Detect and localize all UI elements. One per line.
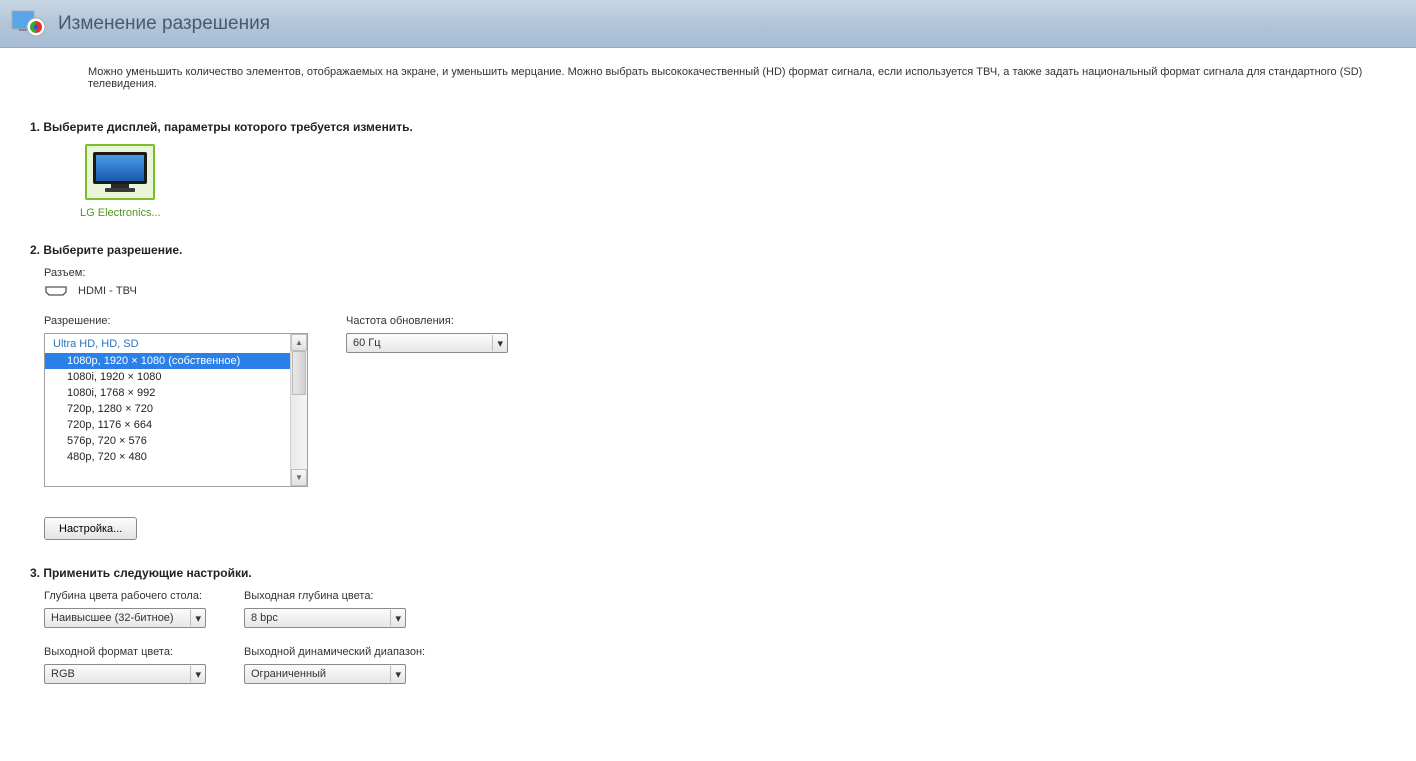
section1-title: 1. Выберите дисплей, параметры которого … bbox=[30, 120, 1386, 134]
output-depth-combo[interactable]: 8 bpc ▾ bbox=[244, 608, 406, 628]
nvidia-icon bbox=[10, 9, 46, 39]
connector-value: HDMI - ТВЧ bbox=[78, 285, 137, 297]
color-depth-value: Наивысшее (32-битное) bbox=[51, 612, 174, 624]
color-format-label: Выходной формат цвета: bbox=[44, 646, 206, 658]
display-label: LG Electronics... bbox=[80, 207, 161, 219]
chevron-down-icon: ▾ bbox=[390, 666, 401, 682]
section3-title: 3. Применить следующие настройки. bbox=[30, 566, 1386, 580]
page-title: Изменение разрешения bbox=[58, 13, 270, 35]
refresh-rate-combo[interactable]: 60 Гц ▾ bbox=[346, 333, 508, 353]
page-description: Можно уменьшить количество элементов, от… bbox=[0, 48, 1416, 92]
output-depth-value: 8 bpc bbox=[251, 612, 278, 624]
resolution-label: Разрешение: bbox=[44, 315, 308, 327]
output-depth-label: Выходная глубина цвета: bbox=[244, 590, 406, 602]
scrollbar[interactable]: ▲ ▼ bbox=[290, 334, 307, 486]
color-depth-label: Глубина цвета рабочего стола: bbox=[44, 590, 206, 602]
list-item[interactable]: 1080i, 1920 × 1080 bbox=[45, 369, 290, 385]
color-format-value: RGB bbox=[51, 668, 75, 680]
list-item[interactable]: 720p, 1176 × 664 bbox=[45, 417, 290, 433]
list-item[interactable]: 720p, 1280 × 720 bbox=[45, 401, 290, 417]
dynamic-range-label: Выходной динамический диапазон: bbox=[244, 646, 425, 658]
connector-label: Разъем: bbox=[44, 267, 1386, 279]
list-item[interactable]: 480p, 720 × 480 bbox=[45, 449, 290, 465]
dynamic-range-value: Ограниченный bbox=[251, 668, 326, 680]
list-item[interactable]: 576p, 720 × 576 bbox=[45, 433, 290, 449]
chevron-down-icon: ▾ bbox=[390, 610, 401, 626]
hdmi-icon bbox=[44, 285, 68, 297]
color-depth-combo[interactable]: Наивысшее (32-битное) ▾ bbox=[44, 608, 206, 628]
chevron-down-icon: ▾ bbox=[190, 610, 201, 626]
list-item[interactable]: 1080p, 1920 × 1080 (собственное) bbox=[45, 353, 290, 369]
display-selector[interactable]: LG Electronics... bbox=[80, 144, 161, 219]
chevron-down-icon: ▾ bbox=[492, 335, 503, 351]
refresh-label: Частота обновления: bbox=[346, 315, 508, 327]
scroll-up-button[interactable]: ▲ bbox=[291, 334, 307, 351]
scroll-thumb[interactable] bbox=[292, 351, 306, 395]
section2-title: 2. Выберите разрешение. bbox=[30, 243, 1386, 257]
refresh-value: 60 Гц bbox=[353, 337, 381, 349]
dynamic-range-combo[interactable]: Ограниченный ▾ bbox=[244, 664, 406, 684]
chevron-down-icon: ▾ bbox=[190, 666, 201, 682]
monitor-icon bbox=[91, 150, 149, 194]
list-header: Ultra HD, HD, SD bbox=[45, 334, 290, 353]
scroll-down-button[interactable]: ▼ bbox=[291, 469, 307, 486]
list-item[interactable]: 1080i, 1768 × 992 bbox=[45, 385, 290, 401]
title-bar: Изменение разрешения bbox=[0, 0, 1416, 48]
color-format-combo[interactable]: RGB ▾ bbox=[44, 664, 206, 684]
resolution-listbox[interactable]: Ultra HD, HD, SD 1080p, 1920 × 1080 (соб… bbox=[44, 333, 308, 487]
customize-button[interactable]: Настройка... bbox=[44, 517, 137, 540]
